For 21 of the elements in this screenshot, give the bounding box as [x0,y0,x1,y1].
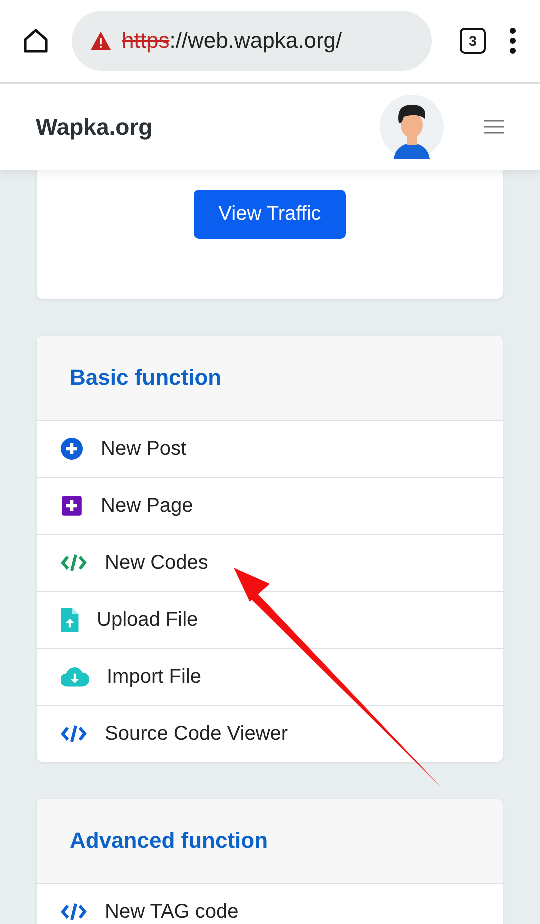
code-icon [61,902,87,922]
plus-square-icon [61,495,83,517]
code-icon [61,724,87,744]
code-icon [61,553,87,573]
section-title: Advanced function [37,799,503,884]
section-title: Basic function [37,336,503,421]
menu-item[interactable]: New Page [37,478,503,535]
tab-count-button[interactable]: 3 [460,28,486,54]
menu-icon[interactable] [484,120,504,134]
cloud-download-icon [61,667,89,687]
menu-item[interactable]: Source Code Viewer [37,706,503,762]
address-bar[interactable]: https://web.wapka.org/ [72,11,432,71]
home-icon[interactable] [22,27,50,55]
plus-circle-icon [61,438,83,460]
view-traffic-button[interactable]: View Traffic [194,190,346,239]
more-icon[interactable] [508,27,518,55]
file-upload-icon [61,608,79,632]
menu-item[interactable]: New Post [37,421,503,478]
site-logo[interactable]: Wapka.org [36,114,380,140]
avatar-icon[interactable] [380,95,444,159]
menu-item[interactable]: New TAG code [37,884,503,924]
